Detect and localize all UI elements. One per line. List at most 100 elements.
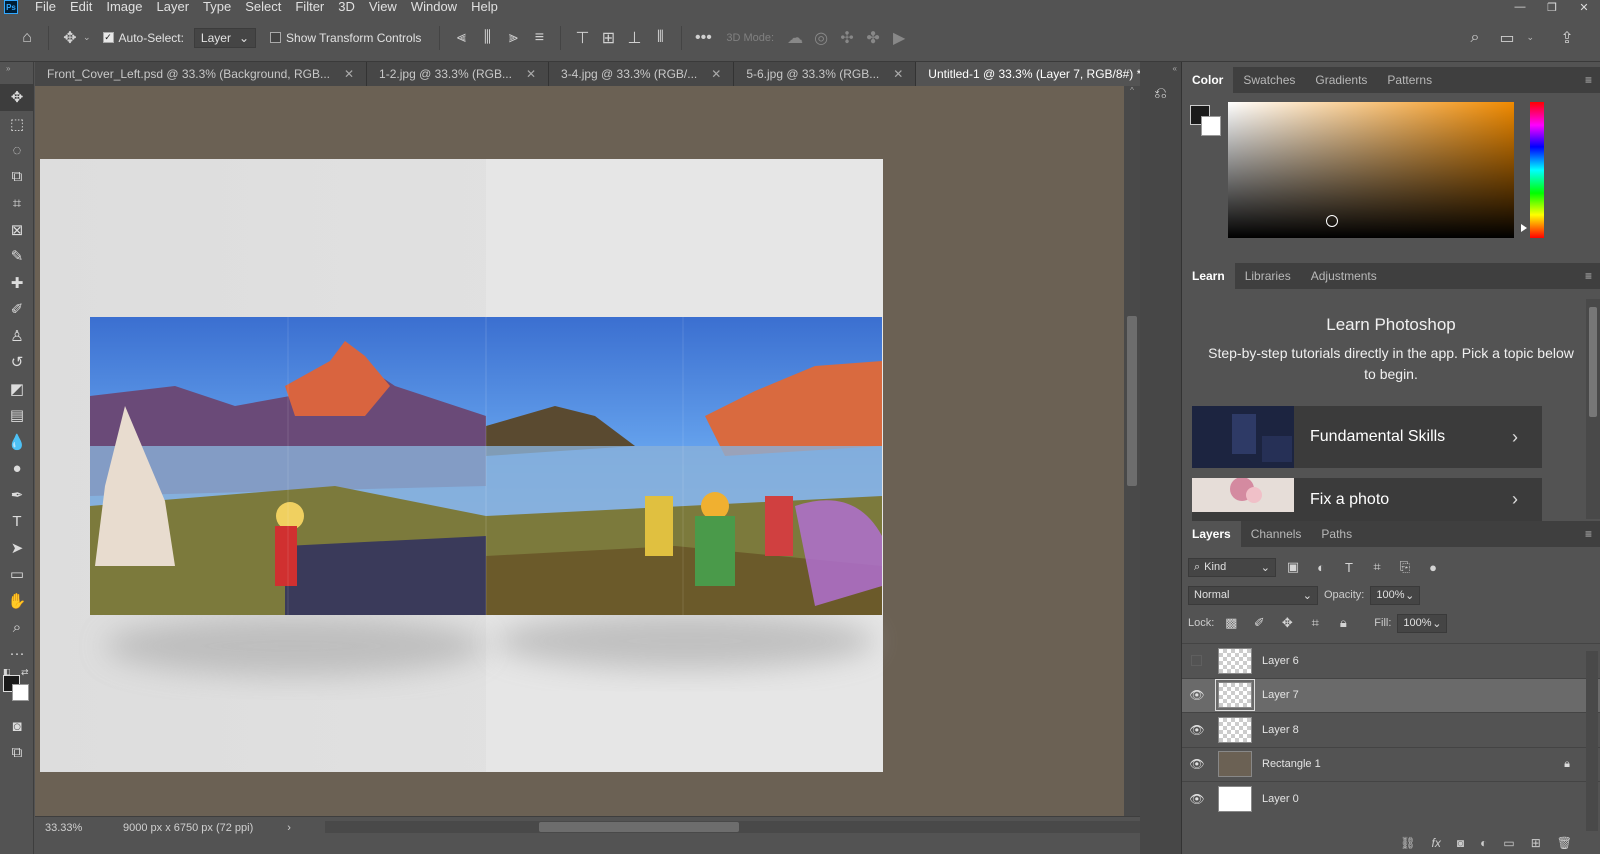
type-tool-icon[interactable]: T [0,508,34,535]
tab-3-4[interactable]: 3-4.jpg @ 33.3% (RGB/... ✕ [549,62,735,86]
chevron-down-icon[interactable]: ⌄ [1405,589,1414,602]
vertical-scrollbar[interactable]: ^ [1124,86,1140,816]
menu-3d[interactable]: 3D [331,0,362,14]
eye-icon[interactable]: 👁︎ [1182,688,1212,702]
workspace-icon[interactable]: ▭ [1494,25,1520,51]
filter-kind-dropdown[interactable]: ⌕ Kind ⌄ [1188,557,1276,577]
horizontal-scroll-thumb[interactable] [539,822,739,832]
tab-gradients[interactable]: Gradients [1305,67,1377,93]
layer-name[interactable]: Layer 6 [1262,655,1299,667]
fx-icon[interactable]: fx [1432,836,1441,850]
history-brush-tool-icon[interactable]: ↺ [0,349,34,376]
tab-color[interactable]: Color [1182,67,1234,93]
move-tool-icon[interactable]: ✥ [0,84,34,111]
dodge-tool-icon[interactable]: ● [0,455,34,482]
learn-card-fundamental-skills[interactable]: Fundamental Skills › [1192,406,1542,468]
quick-mask-icon[interactable]: ◙ [0,713,34,740]
new-layer-icon[interactable]: ⊞ [1531,836,1541,850]
panel-menu-icon[interactable]: ≡ [1585,269,1592,283]
gradient-tool-icon[interactable]: ▤ [0,402,34,429]
tab-patterns[interactable]: Patterns [1377,67,1442,93]
menu-view[interactable]: View [362,0,404,14]
brush-tool-icon[interactable]: ✐ [0,296,34,323]
tab-libraries[interactable]: Libraries [1235,263,1301,289]
menu-type[interactable]: Type [196,0,238,14]
chevron-down-icon[interactable]: ⌄ [83,32,91,43]
menu-image[interactable]: Image [99,0,149,14]
lock-position-icon[interactable]: ✥ [1276,615,1298,631]
pen-tool-icon[interactable]: ✒ [0,482,34,509]
eye-icon[interactable]: 👁︎ [1182,757,1212,771]
document-canvas[interactable] [35,86,1124,816]
frame-tool-icon[interactable]: ⊠ [0,217,34,244]
search-icon[interactable]: ⌕ [1462,25,1488,51]
lock-image-icon[interactable]: ✐ [1248,615,1270,631]
stamp-tool-icon[interactable]: ♙ [0,323,34,350]
trash-icon[interactable]: 🗑︎ [1557,836,1572,850]
hand-tool-icon[interactable]: ✋ [0,588,34,615]
eye-icon[interactable]: 👁︎ [1182,792,1212,806]
move-tool-preset-icon[interactable]: ✥ [57,25,83,51]
scroll-up-icon[interactable]: ^ [1124,86,1140,95]
hue-slider-marker[interactable] [1521,224,1527,232]
pan-3d-icon[interactable]: ✣ [834,25,860,51]
more-tools-icon[interactable]: ··· [0,641,34,668]
mask-icon[interactable]: ◙ [1457,836,1464,850]
collapse-icon[interactable]: « [1140,62,1181,75]
marquee-tool-icon[interactable]: ⬚ [0,111,34,138]
tab-learn[interactable]: Learn [1182,263,1235,289]
minimize-button[interactable]: — [1504,0,1536,14]
history-panel-icon[interactable]: ⎌ [1140,85,1181,103]
layers-scrollbar[interactable] [1586,651,1598,831]
auto-select-dropdown[interactable]: Layer ⌄ [193,27,257,48]
eyedropper-tool-icon[interactable]: ✎ [0,243,34,270]
close-icon[interactable]: ✕ [711,67,721,81]
show-transform-checkbox[interactable] [270,32,282,43]
tab-adjustments[interactable]: Adjustments [1301,263,1387,289]
tab-1-2[interactable]: 1-2.jpg @ 33.3% (RGB... ✕ [367,62,550,86]
close-icon[interactable]: ✕ [893,67,903,81]
restore-button[interactable]: ❐ [1536,0,1568,14]
learn-card-fix-a-photo[interactable]: Fix a photo › [1192,478,1542,521]
more-options-icon[interactable]: ••• [690,25,716,51]
healing-brush-tool-icon[interactable]: ✚ [0,270,34,297]
blend-mode-dropdown[interactable]: Normal ⌄ [1188,585,1318,605]
opacity-field[interactable]: 100% ⌄ [1370,585,1421,605]
blur-tool-icon[interactable]: 💧 [0,429,34,456]
fill-field[interactable]: 100% ⌄ [1397,613,1448,633]
group-icon[interactable]: ▭ [1503,836,1514,850]
lock-all-icon[interactable]: 🔒︎ [1332,615,1354,631]
background-color-swatch[interactable] [1201,116,1221,136]
rectangle-tool-icon[interactable]: ▭ [0,561,34,588]
align-top-icon[interactable]: ⊤ [569,25,595,51]
scale-3d-icon[interactable]: ▶ [886,25,912,51]
visibility-toggle-off[interactable] [1191,655,1202,667]
chevron-right-icon[interactable]: › [287,822,291,834]
lock-artboard-icon[interactable]: ⌗ [1304,615,1326,631]
color-picker-cursor[interactable] [1326,215,1338,227]
chevron-down-icon[interactable]: ⌄ [1432,617,1441,630]
align-center-icon[interactable]: ⫼ [474,25,500,51]
panel-menu-icon[interactable]: ≡ [1585,73,1592,87]
filter-type-icon[interactable]: T [1338,560,1360,575]
roll-3d-icon[interactable]: ◎ [808,25,834,51]
tab-5-6[interactable]: 5-6.jpg @ 33.3% (RGB... ✕ [734,62,917,86]
share-icon[interactable]: ⇪ [1554,25,1580,51]
filter-adjustment-icon[interactable]: ◐ [1310,560,1332,575]
auto-select-checkbox[interactable]: ✓ [102,32,114,43]
collapse-icon[interactable]: » [0,62,33,84]
path-select-tool-icon[interactable]: ➤ [0,535,34,562]
layer-name[interactable]: Rectangle 1 [1262,758,1321,770]
layer-row-layer-0[interactable]: 👁︎ Layer 0 [1182,781,1600,816]
object-select-tool-icon[interactable]: ⧉ [0,164,34,191]
vertical-scroll-thumb[interactable] [1127,316,1137,486]
layer-row-layer-7[interactable]: 👁︎ Layer 7 [1182,677,1600,712]
slide-3d-icon[interactable]: ✤ [860,25,886,51]
distribute-icon[interactable]: ≡ [526,25,552,51]
menu-filter[interactable]: Filter [288,0,331,14]
eye-icon[interactable]: 👁︎ [1182,723,1212,737]
swap-colors-icon[interactable]: ⇄ [21,667,29,678]
screen-mode-icon[interactable]: ⧉ [0,740,34,767]
align-left-icon[interactable]: ⫷ [448,25,474,51]
tab-untitled-1[interactable]: Untitled-1 @ 33.3% (Layer 7, RGB/8#) * ✕ [916,62,1179,86]
